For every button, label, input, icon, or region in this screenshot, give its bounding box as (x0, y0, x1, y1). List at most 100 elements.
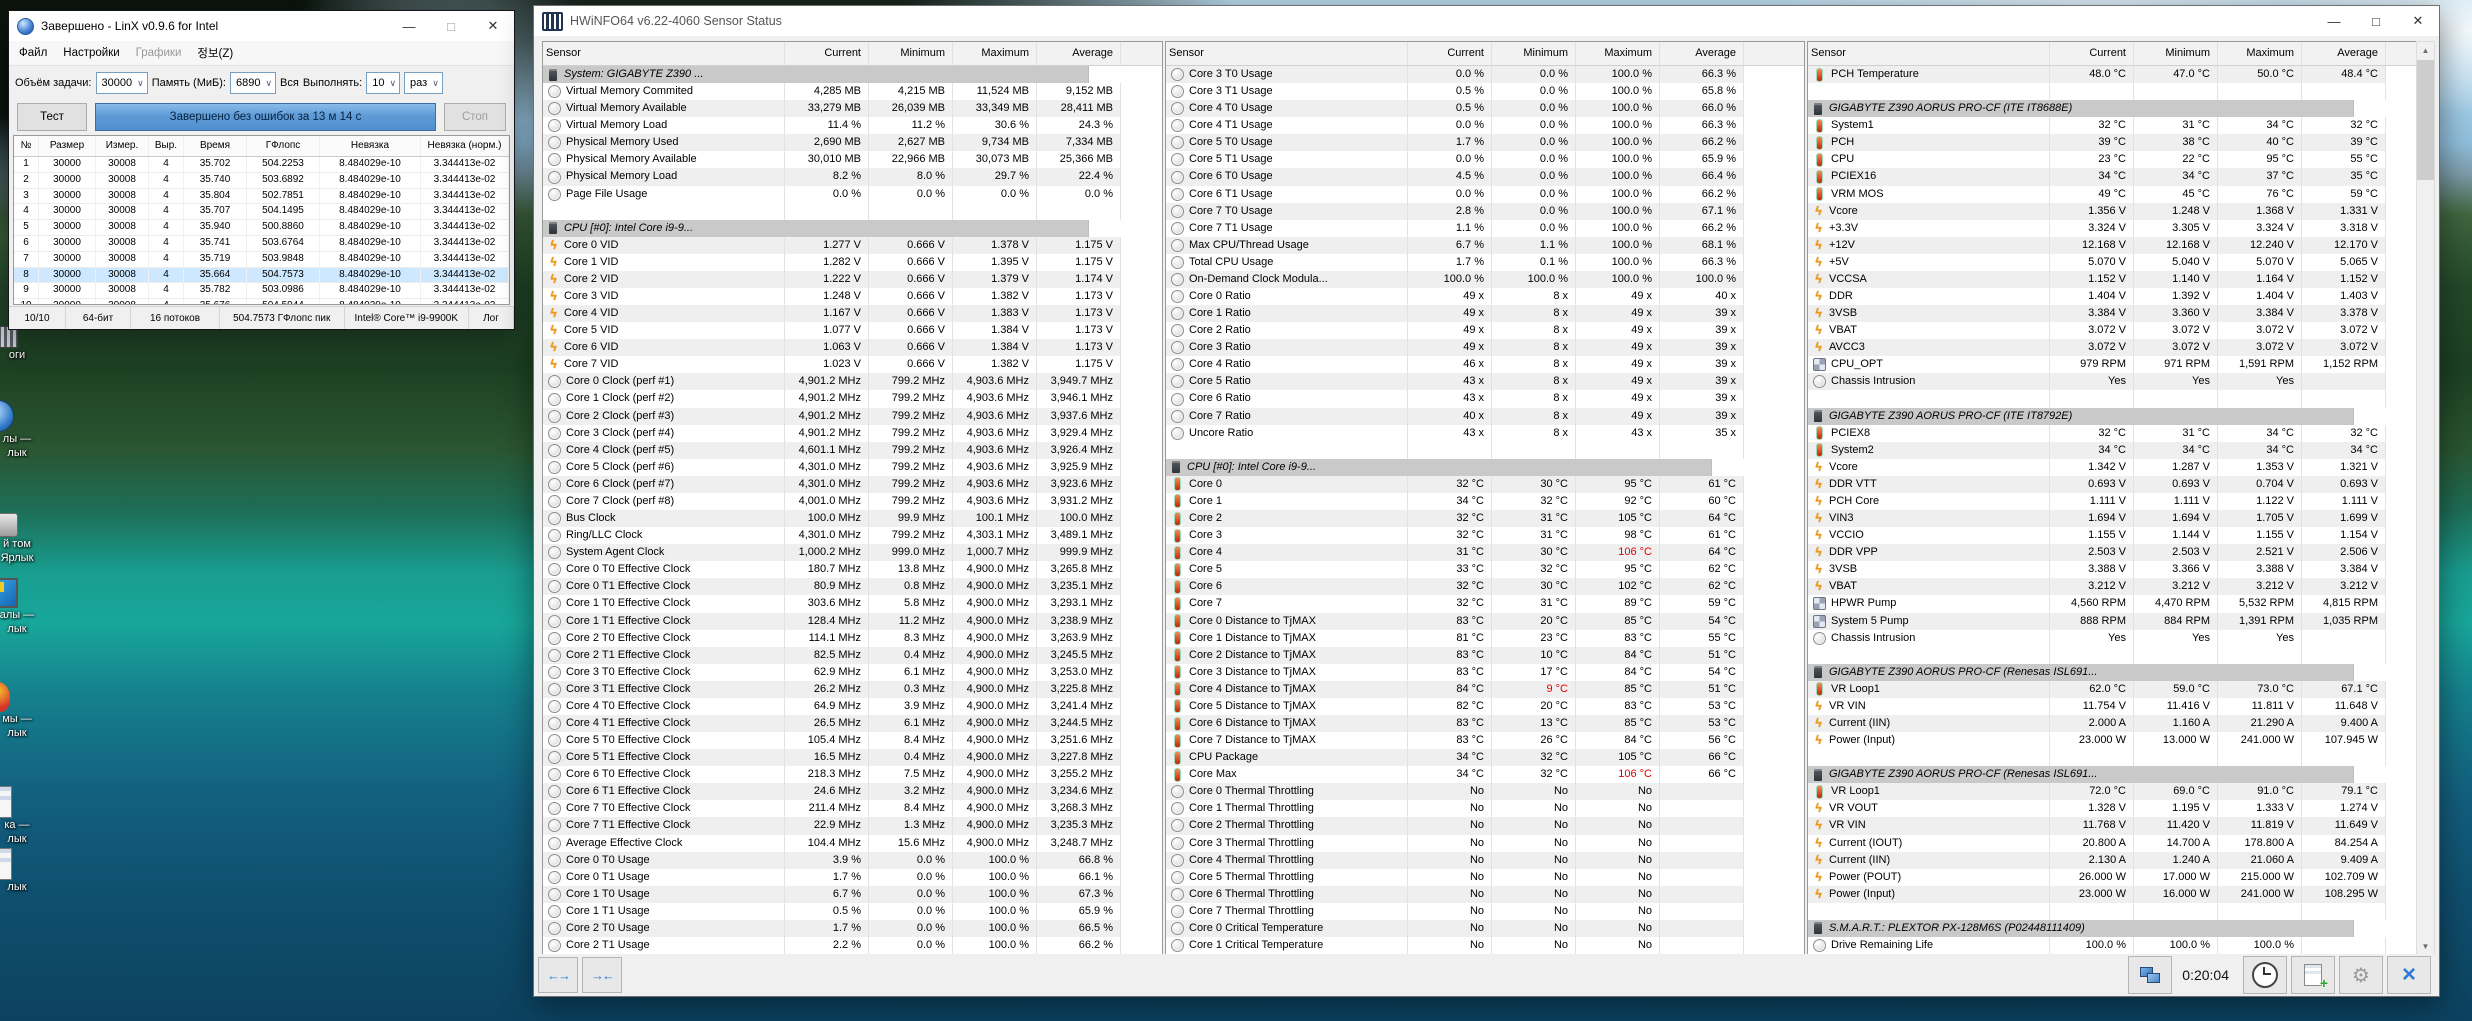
sensor-row[interactable]: Virtual Memory Commited 4,285 MB 4,215 MB 1… (543, 83, 1162, 101)
sensor-row[interactable]: Physical Memory Available 30,010 MB 22,966… (543, 151, 1162, 169)
sensor-row[interactable]: Core 0 Distance to TjMAX 83 °C 20 °C 85 °C 5… (1166, 612, 1804, 630)
sensor-row[interactable]: Drive Remaining Life 100.0 % 100.0 % 100.0 … (1808, 936, 2418, 955)
sensor-row[interactable]: ϟ VR VIN 11.768 V 11.420 V 11.819 V 11.649 V (1808, 817, 2418, 835)
close-button[interactable]: ✕ (472, 11, 514, 41)
sensor-row[interactable]: Core 4 31 °C 30 °C 106 °C 64 °C (1166, 544, 1804, 562)
sensor-row[interactable]: Core 6 Ratio 43 x8 x 49 x 39 x (1166, 390, 1804, 408)
sensor-row[interactable]: Core 6 T0 Effective Clock 218.3 MHz 7.5 MH… (543, 766, 1162, 784)
sensor-row[interactable]: ϟ Vcore 1.356 V 1.248 V 1.368 V 1.331 V (1808, 202, 2418, 220)
menu-item-графики[interactable]: Графики (136, 47, 182, 59)
table-row[interactable]: 103000030008435.676504.59448.484029e-103… (14, 299, 509, 304)
remote-monitoring-button[interactable] (2128, 956, 2173, 994)
sensor-row[interactable]: Core 2 32 °C 31 °C 105 °C 64 °C (1166, 510, 1804, 528)
sensor-row[interactable]: Core 2 Distance to TjMAX 83 °C 10 °C 84 °C 5… (1166, 646, 1804, 664)
sensor-row[interactable]: Core 6 T1 Effective Clock 24.6 MHz 3.2 MHz… (543, 783, 1162, 801)
sensor-row[interactable]: Core 6 Clock (perf #7) 4,301.0 MHz 799.2 M… (543, 475, 1162, 493)
sensor-row[interactable]: ϟ +3.3V 3.324 V 3.305 V 3.324 V 3.318 V (1808, 219, 2418, 237)
sensor-row[interactable]: Core 7 Thermal Throttling No No No (1166, 902, 1804, 920)
sensor-row[interactable]: Max CPU/Thread Usage 6.7 % 1.1 % 100.0 % 68.… (1166, 236, 1804, 254)
sensor-row[interactable]: Core 7 T0 Usage 2.8 % 0.0 % 100.0 % 67.1 % (1166, 202, 1804, 220)
sensor-row[interactable]: ϟ Core 3 VID 1.248 V 0.666 V 1.382 V 1.173 V (543, 288, 1162, 306)
sensor-row[interactable]: Core 3 T0 Usage 0.0 % 0.0 % 100.0 % 66.3 % (1166, 66, 1804, 84)
sensor-row[interactable]: Core 7 Distance to TjMAX 83 °C 26 °C 84 °C 5… (1166, 732, 1804, 750)
desktop-shortcut[interactable]: ка — лык (0, 786, 90, 846)
sensor-row[interactable]: ϟ Core 0 VID 1.277 V 0.666 V 1.378 V 1.175 V (543, 236, 1162, 254)
sensor-section-row[interactable]: S.M.A.R.T.: PLEXTOR PX-128M6S (P02448111… (1808, 919, 2418, 937)
sensor-row[interactable]: System Agent Clock 1,000.2 MHz 999.0 MHz 1,… (543, 544, 1162, 562)
all-memory-label[interactable]: Вся (280, 77, 299, 89)
sensor-row[interactable]: Core 0 T1 Effective Clock 80.9 MHz 0.8 MHz… (543, 578, 1162, 596)
sensor-row[interactable]: Core 6 T1 Usage 0.0 % 0.0 % 100.0 % 66.2 % (1166, 185, 1804, 203)
sensor-row[interactable]: ϟ Core 1 VID 1.282 V 0.666 V 1.395 V 1.175 V (543, 253, 1162, 271)
sensor-row[interactable]: Core 3 Distance to TjMAX 83 °C 17 °C 84 °C 5… (1166, 663, 1804, 681)
sensor-row[interactable]: Core 2 T0 Effective Clock 114.1 MHz 8.3 MH… (543, 629, 1162, 647)
sensor-row[interactable]: Core 1 Thermal Throttling No No No (1166, 800, 1804, 818)
sensor-section-row[interactable]: CPU [#0]: Intel Core i9-9... (1166, 458, 1804, 476)
scroll-thumb[interactable] (2417, 60, 2434, 180)
desktop-shortcut[interactable]: лы — лык (0, 400, 90, 460)
sensor-section-row[interactable]: GIGABYTE Z390 AORUS PRO-CF (Renesas ISL6… (1808, 766, 2418, 784)
sensor-row[interactable]: Core 4 Clock (perf #5) 4,601.1 MHz 799.2 M… (543, 441, 1162, 459)
sensor-row[interactable]: Chassis Intrusion Yes Yes Yes (1808, 373, 2418, 391)
sensor-row[interactable]: Core 6 Distance to TjMAX 83 °C 13 °C 85 °C 5… (1166, 714, 1804, 733)
sensor-row[interactable]: PCIEX8 32 °C 31 °C 34 °C 32 °C (1808, 424, 2418, 442)
sensor-section-row[interactable]: System: GIGABYTE Z390 ... (543, 66, 1162, 84)
sensor-row[interactable]: Core 5 T1 Usage 0.0 % 0.0 % 100.0 % 65.9 % (1166, 151, 1804, 169)
linx-title-bar[interactable]: Завершено - LinX v0.9.6 for Intel — □ ✕ (9, 11, 514, 41)
desktop-shortcut[interactable]: алы — лык (0, 578, 90, 636)
sensor-row[interactable]: Core 3 Thermal Throttling No No No (1166, 834, 1804, 852)
collapse-columns-button[interactable]: →← (582, 957, 622, 993)
sensor-row[interactable]: PCIEX16 34 °C 34 °C 37 °C 35 °C (1808, 168, 2418, 186)
sensor-row[interactable]: Core 7 Ratio 40 x8 x 49 x 39 x (1166, 407, 1804, 425)
run-unit-select[interactable]: раз ∨ (404, 72, 443, 94)
table-row[interactable]: 3 30000 30008 4 35.804 502.7851 8.484029e-10 3.… (14, 188, 509, 205)
sensor-row[interactable]: ϟ PCH Core 1.111 V 1.111 V 1.122 V 1.111 V (1808, 492, 2418, 511)
sensor-row[interactable]: ϟ 3VSB 3.388 V 3.366 V 3.388 V 3.384 V (1808, 561, 2418, 579)
sensor-row[interactable]: Core 4 T0 Usage 0.5 % 0.0 % 100.0 % 66.0 % (1166, 100, 1804, 118)
sensor-row[interactable]: ϟ Current (IIN) 2.000 A 1.160 A 21.290 A 9.40… (1808, 714, 2418, 733)
sensor-row[interactable]: Core 5 Distance to TjMAX 82 °C 20 °C 83 °C 5… (1166, 697, 1804, 715)
sensor-section-row[interactable]: GIGABYTE Z390 AORUS PRO-CF (Renesas ISL6… (1808, 663, 2418, 681)
sensor-row[interactable]: Core 2 Ratio 49 x8 x 49 x 39 x (1166, 322, 1804, 340)
table-row[interactable]: 1 30000 30008 4 35.702 504.2253 8.484029e-10 3.… (14, 157, 509, 173)
sensor-row[interactable]: ϟ VR VIN 11.754 V 11.416 V 11.811 V 11.648 V (1808, 697, 2418, 715)
sensor-row[interactable]: Total CPU Usage 1.7 % 0.1 % 100.0 % 66.3 % (1166, 253, 1804, 271)
sensor-row[interactable]: Core 4 Thermal Throttling No No No (1166, 851, 1804, 869)
sensor-row[interactable]: Core 0 Clock (perf #1) 4,901.2 MHz 799.2 M… (543, 373, 1162, 391)
desktop-shortcut[interactable]: мы — лык (0, 682, 90, 740)
sensor-row[interactable]: Core 0 T0 Effective Clock 180.7 MHz 13.8 M… (543, 561, 1162, 579)
sensor-row[interactable]: Core 0 Critical Temperature No No No (1166, 919, 1804, 937)
desktop-shortcut[interactable]: лык (0, 848, 90, 894)
sensor-row[interactable]: ϟ Core 6 VID 1.063 V 0.666 V 1.384 V 1.173 V (543, 339, 1162, 357)
sensor-row[interactable]: ϟ VR VOUT 1.328 V 1.195 V 1.333 V 1.274 V (1808, 800, 2418, 818)
sensor-row[interactable]: HPWR Pump 4,560 RPM 4,470 RPM 5,532 RPM 4,81… (1808, 595, 2418, 613)
sensor-row[interactable]: Core 3 T1 Effective Clock 26.2 MHz 0.3 MHz… (543, 680, 1162, 698)
sensor-section-row[interactable]: GIGABYTE Z390 AORUS PRO-CF (ITE IT8792E) (1808, 407, 2418, 425)
table-row[interactable]: 8 30000 30008 4 35.664 504.7573 8.484029e-10 3.… (14, 267, 509, 284)
sensor-row[interactable]: On-Demand Clock Modula... 100.0 % 100.0 % 1… (1166, 270, 1804, 289)
sensor-row[interactable]: CPU 23 °C 22 °C 95 °C 55 °C (1808, 151, 2418, 169)
sensor-row[interactable]: Core 6 Thermal Throttling No No No (1166, 885, 1804, 903)
table-row[interactable]: 7 30000 30008 4 35.719 503.9848 8.484029e-10 3.… (14, 251, 509, 268)
sensor-row[interactable]: ϟ VCCIO 1.155 V 1.144 V 1.155 V 1.154 V (1808, 527, 2418, 545)
sensor-row[interactable]: Core 2 T1 Usage 2.2 % 0.0 % 100.0 % 66.2 % (543, 936, 1162, 955)
sensor-row[interactable]: System1 32 °C 31 °C 34 °C 32 °C (1808, 117, 2418, 135)
sensor-row[interactable]: Core 0 Thermal Throttling No No No (1166, 783, 1804, 801)
sensor-row[interactable]: VR Loop1 62.0 °C 59.0 °C 73.0 °C 67.1 °C (1808, 680, 2418, 698)
sensor-row[interactable]: Core 4 Ratio 46 x8 x 49 x 39 x (1166, 356, 1804, 374)
sensor-row[interactable]: Core 1 Ratio 49 x8 x 49 x 39 x (1166, 305, 1804, 323)
sensor-row[interactable]: Core 2 Thermal Throttling No No No (1166, 817, 1804, 835)
sensor-row[interactable]: ϟ Core 5 VID 1.077 V 0.666 V 1.384 V 1.173 V (543, 322, 1162, 340)
minimize-button[interactable]: — (2313, 6, 2355, 36)
sensor-row[interactable]: Core 3 Clock (perf #4) 4,901.2 MHz 799.2 M… (543, 424, 1162, 442)
sensor-row[interactable]: Core 5 T1 Effective Clock 16.5 MHz 0.4 MHz… (543, 749, 1162, 767)
sensor-row[interactable]: Core 6 T0 Usage 4.5 % 0.0 % 100.0 % 66.4 % (1166, 168, 1804, 186)
memory-select[interactable]: 6890 ∨ (229, 72, 277, 94)
sensor-row[interactable]: Core 0 Ratio 49 x8 x 49 x 40 x (1166, 288, 1804, 306)
sensor-row[interactable]: Core 4 Distance to TjMAX 84 °C 9 °C 85 °C 51… (1166, 680, 1804, 698)
sensor-row[interactable]: Core 0 T0 Usage 3.9 % 0.0 % 100.0 % 66.8 % (543, 851, 1162, 869)
sensor-row[interactable]: Core 4 T1 Effective Clock 26.5 MHz 6.1 MHz… (543, 714, 1162, 733)
sensor-section-row[interactable]: CPU [#0]: Intel Core i9-9... (543, 219, 1162, 237)
sensor-row[interactable]: ϟ VCCSA 1.152 V 1.140 V 1.164 V 1.152 V (1808, 270, 2418, 289)
sensor-row[interactable]: System 5 Pump 888 RPM 884 RPM 1,391 RPM 1,03… (1808, 612, 2418, 630)
